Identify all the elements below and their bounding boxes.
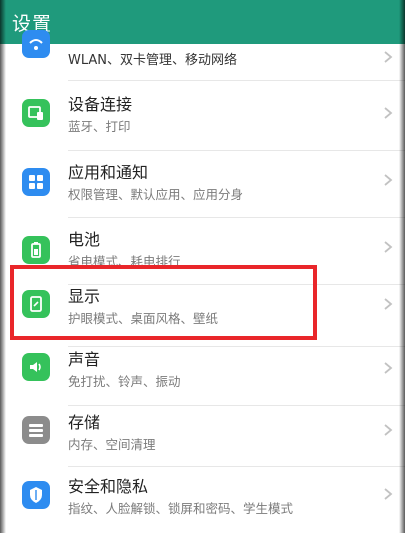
settings-item-sound-label: 声音 [68, 350, 101, 369]
settings-item-apps-label: 应用和通知 [68, 163, 149, 182]
apps-grid-icon [22, 168, 50, 196]
speaker-icon [22, 353, 50, 381]
settings-item-device-connection-label: 设备连接 [68, 95, 133, 114]
settings-item-security-subtitle: 指纹、人脸解锁、锁屏和密码、学生模式 [68, 501, 294, 516]
settings-item-battery-label: 电池 [68, 230, 101, 249]
settings-item-battery[interactable]: 电池 省电模式、耗电排行 [0, 218, 405, 282]
settings-item-security[interactable]: 安全和隐私 指纹、人脸解锁、锁屏和密码、学生模式 [0, 467, 405, 533]
display-icon [22, 290, 50, 318]
settings-item-display-label: 显示 [68, 287, 101, 306]
settings-item-device-connection-subtitle: 蓝牙、打印 [68, 119, 131, 134]
chevron-right-icon [384, 107, 393, 119]
app-bar: 设置 [0, 0, 405, 44]
chevron-right-icon [384, 424, 393, 436]
shield-icon [22, 481, 50, 509]
settings-item-display-subtitle: 护眼模式、桌面风格、壁纸 [68, 311, 219, 326]
chevron-right-icon [384, 51, 393, 63]
settings-item-storage-label: 存储 [68, 413, 101, 432]
settings-item-sound-subtitle: 免打扰、铃声、振动 [68, 374, 181, 389]
settings-item-storage[interactable]: 存储 内存、空间清理 [0, 406, 405, 470]
left-edge-shadow [0, 0, 6, 533]
settings-item-apps-subtitle: 权限管理、默认应用、应用分身 [68, 187, 244, 202]
wifi-icon [22, 30, 50, 58]
chevron-right-icon [384, 241, 393, 253]
chevron-right-icon [384, 362, 393, 374]
device-connection-icon [22, 99, 50, 127]
right-edge-shadow [399, 0, 405, 533]
settings-item-battery-subtitle: 省电模式、耗电排行 [68, 254, 181, 269]
settings-item-display[interactable]: 显示 护眼模式、桌面风格、壁纸 [0, 285, 405, 349]
settings-item-apps[interactable]: 应用和通知 权限管理、默认应用、应用分身 [0, 151, 405, 215]
settings-item-storage-subtitle: 内存、空间清理 [68, 437, 156, 452]
settings-item-security-label: 安全和隐私 [68, 477, 149, 496]
chevron-right-icon [384, 488, 393, 500]
settings-item-sound[interactable]: 声音 免打扰、铃声、振动 [0, 347, 405, 411]
settings-list[interactable]: WLAN、双卡管理、移动网络 设备连接 蓝牙、打印 应用和通知 权限管理、默认应… [0, 30, 405, 533]
settings-item-network-subtitle: WLAN、双卡管理、移动网络 [68, 53, 238, 68]
battery-icon [22, 236, 50, 264]
storage-icon [22, 416, 50, 444]
chevron-right-icon [384, 174, 393, 186]
settings-item-device-connection[interactable]: 设备连接 蓝牙、打印 [0, 81, 405, 145]
chevron-right-icon [384, 298, 393, 310]
